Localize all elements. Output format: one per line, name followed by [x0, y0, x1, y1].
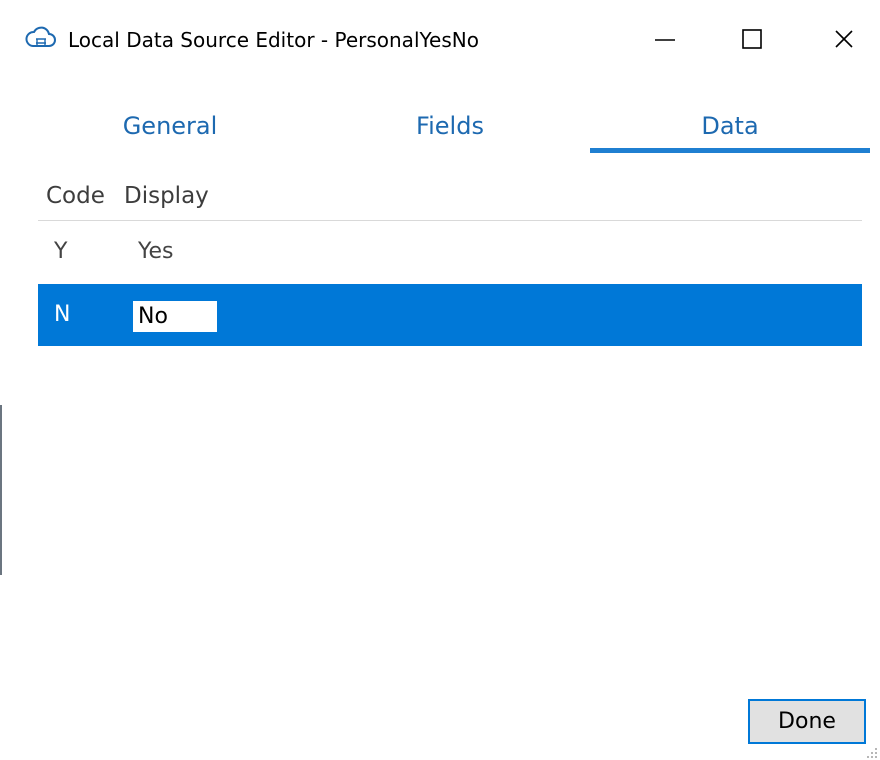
local-data-source-editor-window: Local Data Source Editor - PersonalYesNo… — [0, 0, 880, 760]
tab-fields[interactable]: Fields — [350, 110, 550, 160]
maximize-button[interactable] — [727, 18, 777, 62]
title-bar[interactable]: Local Data Source Editor - PersonalYesNo — [0, 0, 880, 80]
cell-display[interactable]: Yes — [138, 239, 174, 264]
table-row-selected[interactable]: N — [38, 284, 862, 346]
minimize-icon — [655, 39, 675, 41]
close-icon — [835, 30, 853, 48]
grid-header: Code Display — [38, 180, 862, 221]
tab-general-label: General — [122, 112, 218, 140]
cell-code[interactable]: Y — [54, 239, 67, 264]
maximize-icon — [742, 29, 762, 49]
minimize-button[interactable] — [640, 18, 690, 62]
resize-grip-icon[interactable] — [866, 744, 878, 758]
done-button[interactable]: Done — [748, 699, 866, 744]
cloud-icon — [24, 25, 58, 55]
tab-fields-label: Fields — [416, 112, 484, 140]
table-row[interactable]: Y Yes — [38, 222, 862, 284]
tab-general[interactable]: General — [70, 110, 270, 160]
window-edge — [0, 405, 2, 575]
cell-code[interactable]: N — [54, 302, 70, 327]
window-title: Local Data Source Editor - PersonalYesNo — [68, 28, 479, 52]
close-button[interactable] — [818, 18, 868, 62]
display-edit-field[interactable] — [133, 301, 217, 332]
selected-tab-indicator — [590, 148, 870, 153]
column-header-display[interactable]: Display — [124, 183, 209, 209]
tab-data-label: Data — [701, 112, 759, 140]
column-header-code[interactable]: Code — [46, 183, 105, 209]
